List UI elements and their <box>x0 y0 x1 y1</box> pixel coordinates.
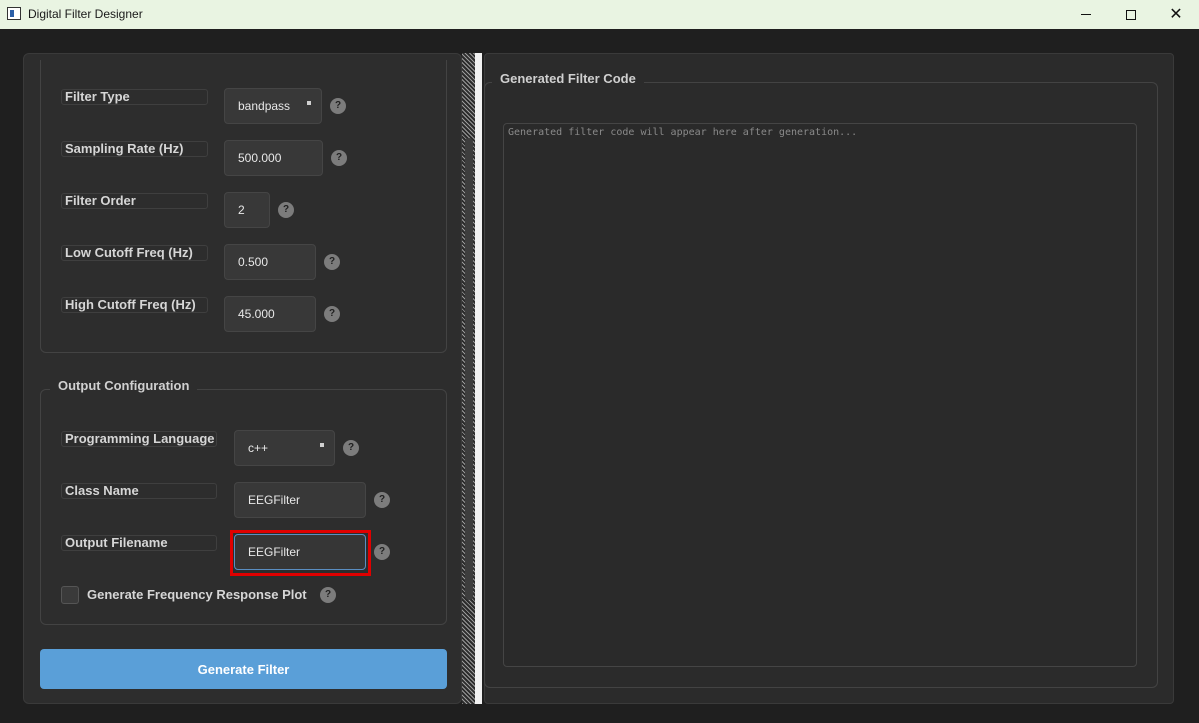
sampling-rate-input[interactable]: 500.000 <box>224 140 323 176</box>
chevron-down-icon <box>320 443 324 447</box>
sampling-rate-label: Sampling Rate (Hz) <box>61 141 208 157</box>
class-name-label: Class Name <box>61 483 217 499</box>
frequency-plot-label[interactable]: Generate Frequency Response Plot <box>87 587 307 602</box>
language-label: Programming Language <box>61 431 217 447</box>
filter-type-select[interactable]: bandpass <box>224 88 322 124</box>
scrollbar[interactable] <box>465 138 473 600</box>
focus-highlight <box>230 530 371 576</box>
help-icon[interactable]: ? <box>374 544 390 560</box>
high-cutoff-label: High Cutoff Freq (Hz) <box>61 297 208 313</box>
help-icon[interactable]: ? <box>343 440 359 456</box>
title-bar: Digital Filter Designer ✕ <box>0 0 1199 29</box>
close-icon: ✕ <box>1169 5 1183 23</box>
help-icon[interactable]: ? <box>324 254 340 270</box>
sampling-rate-value: 500.000 <box>238 151 282 165</box>
output-configuration-title: Output Configuration <box>50 378 198 393</box>
help-icon[interactable]: ? <box>324 306 340 322</box>
high-cutoff-input[interactable]: 45.000 <box>224 296 316 332</box>
low-cutoff-value: 0.500 <box>238 255 269 269</box>
chevron-down-icon <box>307 101 311 105</box>
high-cutoff-value: 45.000 <box>238 307 275 321</box>
low-cutoff-label: Low Cutoff Freq (Hz) <box>61 245 208 261</box>
splitter-edge <box>475 53 482 704</box>
low-cutoff-input[interactable]: 0.500 <box>224 244 316 280</box>
frequency-plot-checkbox[interactable] <box>61 586 79 604</box>
help-icon[interactable]: ? <box>330 98 346 114</box>
filter-type-label: Filter Type <box>61 89 208 105</box>
code-output-area[interactable] <box>503 123 1137 667</box>
language-value: c++ <box>248 441 269 455</box>
output-filename-label: Output Filename <box>61 535 217 551</box>
code-placeholder: Generated filter code will appear here a… <box>508 127 858 138</box>
language-select[interactable]: c++ <box>234 430 335 466</box>
class-name-value: EEGFilter <box>248 493 301 507</box>
filter-type-value: bandpass <box>238 99 291 113</box>
code-panel-title: Generated Filter Code <box>492 71 644 86</box>
filter-order-label: Filter Order <box>61 193 208 209</box>
help-icon[interactable]: ? <box>278 202 294 218</box>
app-icon <box>7 7 21 20</box>
window-title: Digital Filter Designer <box>28 7 143 21</box>
minimize-icon <box>1081 14 1091 15</box>
help-icon[interactable]: ? <box>320 587 336 603</box>
close-button[interactable]: ✕ <box>1153 0 1199 29</box>
generate-filter-button[interactable]: Generate Filter <box>40 649 447 689</box>
class-name-input[interactable]: EEGFilter <box>234 482 366 518</box>
filter-order-value: 2 <box>238 203 245 217</box>
maximize-button[interactable] <box>1108 0 1154 29</box>
minimize-button[interactable] <box>1063 0 1109 29</box>
maximize-icon <box>1126 9 1136 20</box>
filter-order-input[interactable]: 2 <box>224 192 270 228</box>
help-icon[interactable]: ? <box>331 150 347 166</box>
help-icon[interactable]: ? <box>374 492 390 508</box>
